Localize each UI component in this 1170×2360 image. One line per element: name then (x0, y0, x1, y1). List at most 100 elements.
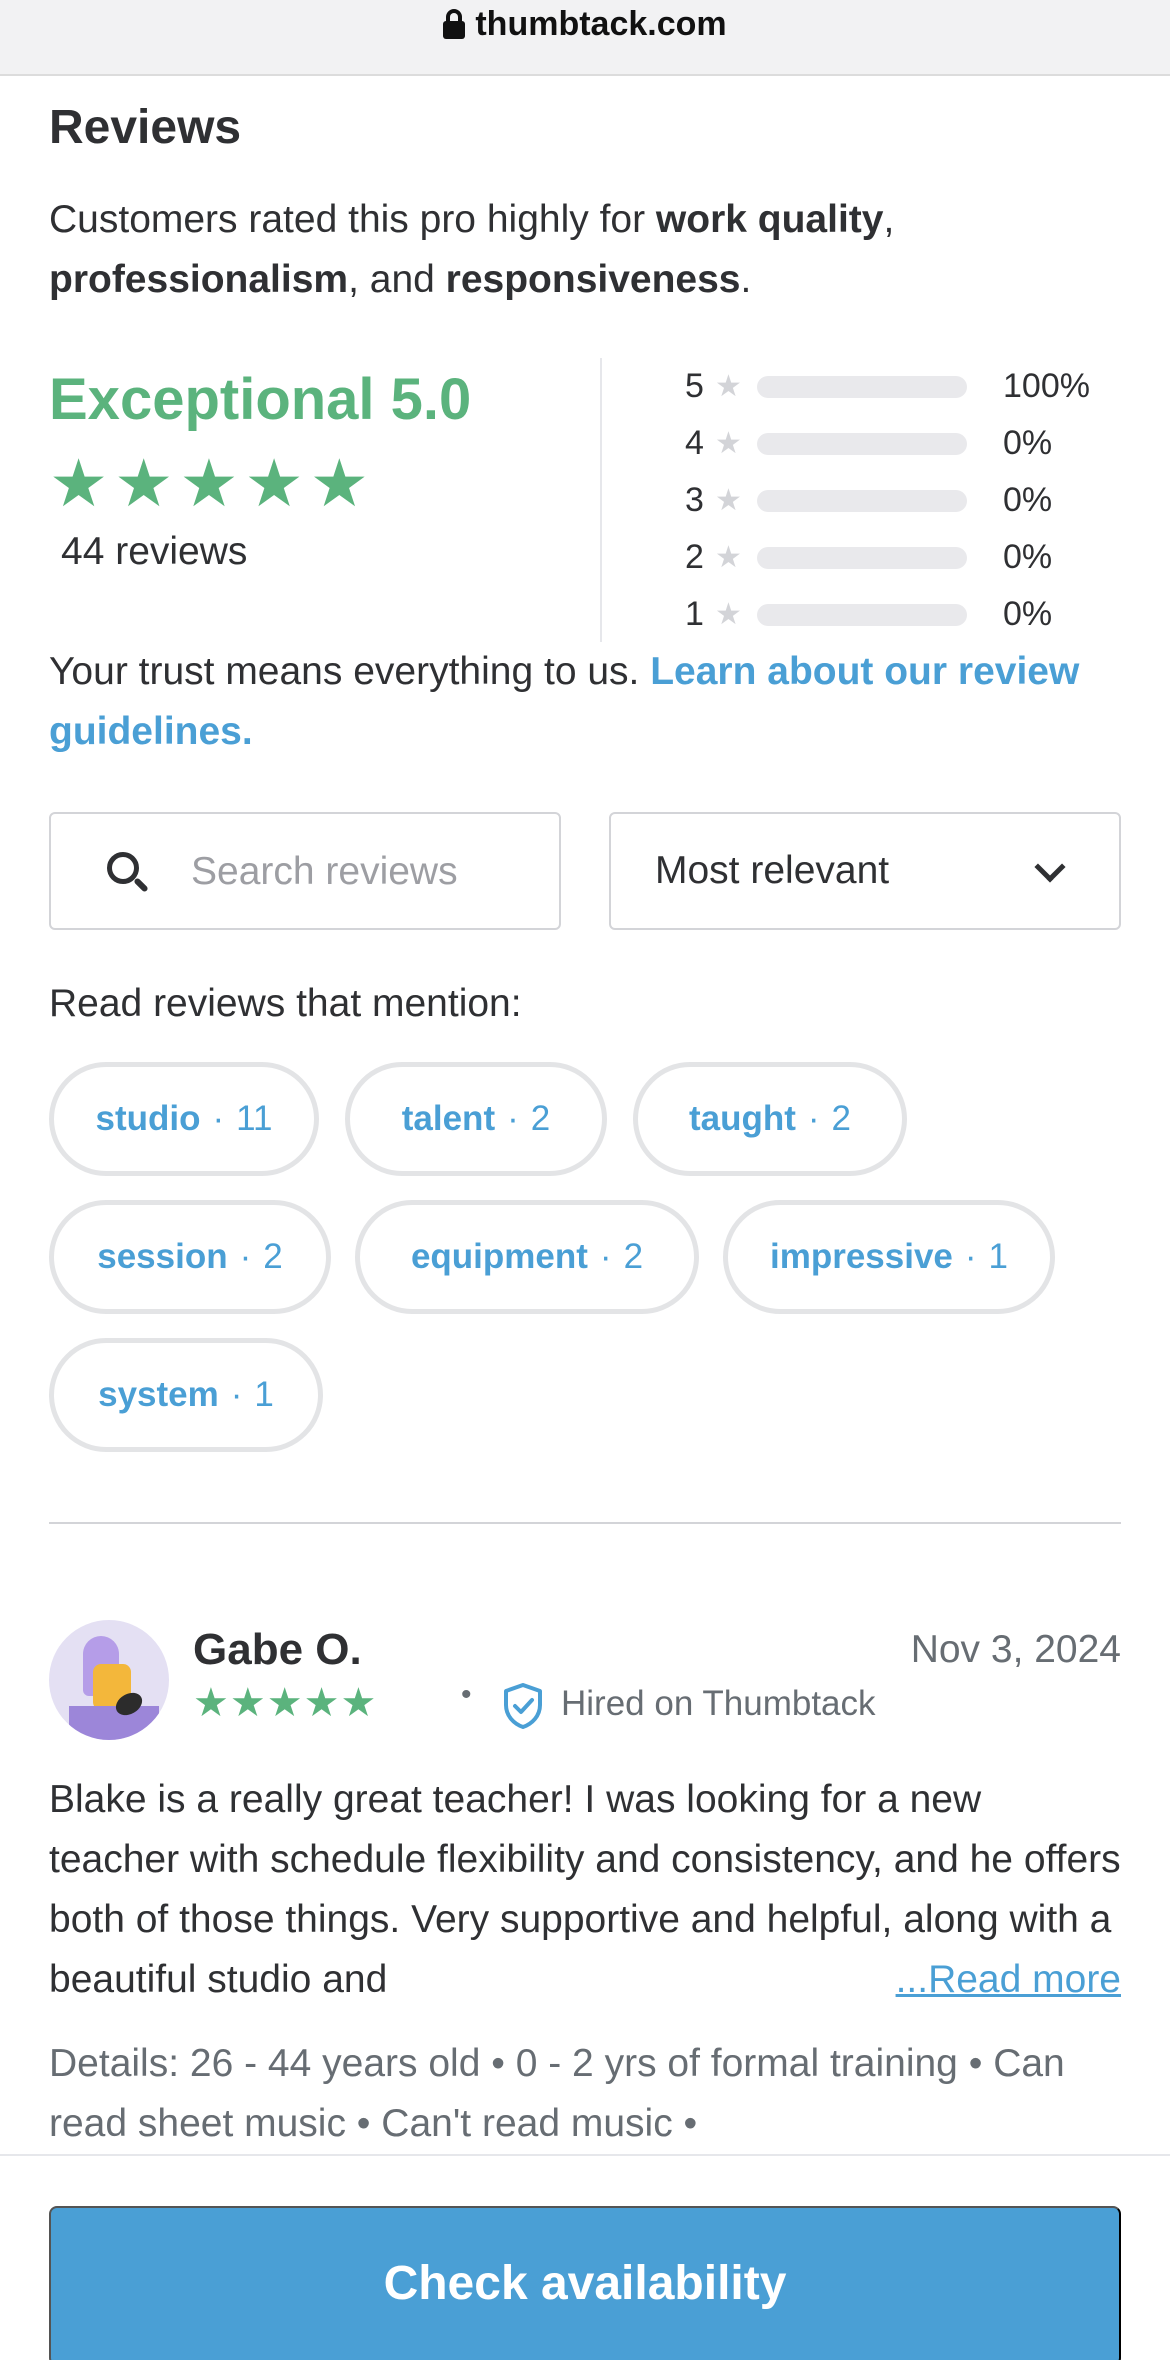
rating-stars: ★ ★ ★ ★ ★ (49, 450, 569, 516)
distribution-stars: 1 (685, 595, 704, 633)
pill-count: 2 (263, 1237, 283, 1276)
star-icon: ★ (179, 446, 239, 520)
star-icon: ★ (193, 1681, 229, 1725)
pill-label: taught (688, 1099, 796, 1138)
pill-count: 11 (236, 1099, 273, 1138)
chevron-down-icon (1034, 851, 1066, 883)
rating-label: Exceptional 5.0 (49, 367, 472, 432)
hired-on-thumbtack-label: Hired on Thumbtack (561, 1684, 876, 1723)
distribution-stars: 5 (685, 367, 704, 405)
star-icon: ★ (114, 446, 174, 520)
separator-dot: • (461, 1678, 472, 1711)
trust-message: Your trust means everything to us. (49, 650, 651, 693)
summary-work-quality: work quality (655, 198, 884, 241)
review-date: Nov 3, 2024 (910, 1628, 1121, 1671)
distribution-bar (757, 375, 967, 398)
url-text: thumbtack.com (475, 4, 727, 43)
overall-rating: Exceptional 5.0 ★ ★ ★ ★ ★ 44 reviews (49, 360, 569, 574)
reviews-summary: Customers rated this pro highly for work… (49, 190, 1121, 310)
pill-label: system (98, 1375, 219, 1414)
star-icon: ★ (229, 1681, 266, 1725)
rating-distribution: 5 ★ 100% 4 ★ 0% 3 ★ 0% 2 ★ 0% 1 ★ 0% (685, 358, 1165, 643)
star-icon: ★ (309, 446, 369, 520)
mention-pill-session[interactable]: session · 2 (49, 1200, 331, 1314)
browser-url-bar[interactable]: thumbtack.com (0, 0, 1170, 76)
distribution-row-1: 1 ★ 0% (685, 586, 1165, 643)
pill-count: 2 (831, 1099, 852, 1138)
mention-pill-impressive[interactable]: impressive · 1 (723, 1200, 1055, 1314)
distribution-percent: 0% (1003, 481, 1053, 519)
mention-pill-studio[interactable]: studio · 11 (49, 1062, 319, 1176)
pill-dot: · (212, 1099, 225, 1138)
pill-label: talent (401, 1099, 496, 1138)
summary-sep: , and (348, 258, 446, 301)
star-icon: ★ (715, 541, 742, 574)
summary-responsiveness: responsiveness (445, 258, 741, 301)
search-reviews-box[interactable] (49, 812, 561, 930)
distribution-bar (757, 489, 967, 512)
search-icon (107, 852, 149, 893)
star-icon: ★ (303, 1681, 340, 1725)
pill-count: 2 (530, 1099, 551, 1138)
divider (600, 358, 602, 642)
pill-label: studio (95, 1099, 201, 1138)
distribution-bar (757, 432, 967, 455)
sticky-cta-bar: Check availability (0, 2154, 1170, 2360)
read-more-link[interactable]: ...Read more (891, 1950, 1121, 2010)
review-count: 44 reviews (61, 530, 248, 573)
star-icon: ★ (266, 1681, 303, 1725)
distribution-stars: 3 (685, 481, 704, 519)
star-icon: ★ (49, 446, 109, 520)
star-icon: ★ (715, 370, 742, 403)
distribution-row-3: 3 ★ 0% (685, 472, 1165, 529)
avatar[interactable] (49, 1620, 169, 1740)
pill-dot: · (507, 1099, 519, 1138)
sort-dropdown[interactable]: Most relevant (609, 812, 1121, 930)
distribution-row-5: 5 ★ 100% (685, 358, 1165, 415)
summary-sep: , (883, 198, 895, 241)
trust-text: Your trust means everything to us. Learn… (49, 642, 1121, 762)
summary-professionalism: professionalism (49, 258, 349, 301)
distribution-percent: 0% (1003, 424, 1053, 462)
pill-dot: · (230, 1375, 243, 1414)
reviews-heading: Reviews (49, 101, 242, 154)
pill-label: session (97, 1237, 228, 1276)
star-icon: ★ (715, 427, 742, 460)
shield-check-icon (504, 1683, 542, 1729)
mention-pill-talent[interactable]: talent · 2 (345, 1062, 607, 1176)
sort-selected-value: Most relevant (655, 849, 890, 892)
distribution-bar (757, 603, 967, 626)
pill-dot: · (964, 1237, 977, 1276)
distribution-stars: 4 (685, 424, 704, 462)
check-availability-button[interactable]: Check availability (49, 2206, 1121, 2360)
distribution-percent: 0% (1003, 538, 1053, 576)
pill-count: 2 (623, 1237, 644, 1276)
lock-icon (443, 9, 466, 39)
pill-count: 1 (988, 1237, 1009, 1276)
review-details: Details: 26 - 44 years old • 0 - 2 yrs o… (49, 2042, 1065, 2145)
pill-count: 1 (254, 1375, 274, 1414)
pill-dot: · (599, 1237, 612, 1276)
pill-label: impressive (769, 1237, 953, 1276)
distribution-percent: 100% (1003, 367, 1090, 405)
distribution-bar (757, 546, 967, 569)
star-icon: ★ (715, 484, 742, 517)
divider (49, 1522, 1121, 1524)
summary-prefix: Customers rated this pro highly for (49, 198, 656, 241)
search-input[interactable] (191, 844, 531, 900)
distribution-row-4: 4 ★ 0% (685, 415, 1165, 472)
reviewer-name: Gabe O. (193, 1625, 362, 1674)
distribution-row-2: 2 ★ 0% (685, 529, 1165, 586)
url-display[interactable]: thumbtack.com (443, 4, 727, 44)
mention-pill-taught[interactable]: taught · 2 (633, 1062, 907, 1176)
star-icon: ★ (715, 598, 742, 631)
pill-dot: · (807, 1099, 820, 1138)
mention-pill-equipment[interactable]: equipment · 2 (355, 1200, 699, 1314)
mentions-label: Read reviews that mention: (49, 982, 522, 1025)
review-stars: ★ ★ ★ ★ ★ (193, 1682, 376, 1724)
star-icon: ★ (244, 446, 304, 520)
distribution-percent: 0% (1003, 595, 1053, 633)
mention-pill-system[interactable]: system · 1 (49, 1338, 323, 1452)
distribution-stars: 2 (685, 538, 704, 576)
summary-end: . (740, 258, 752, 301)
